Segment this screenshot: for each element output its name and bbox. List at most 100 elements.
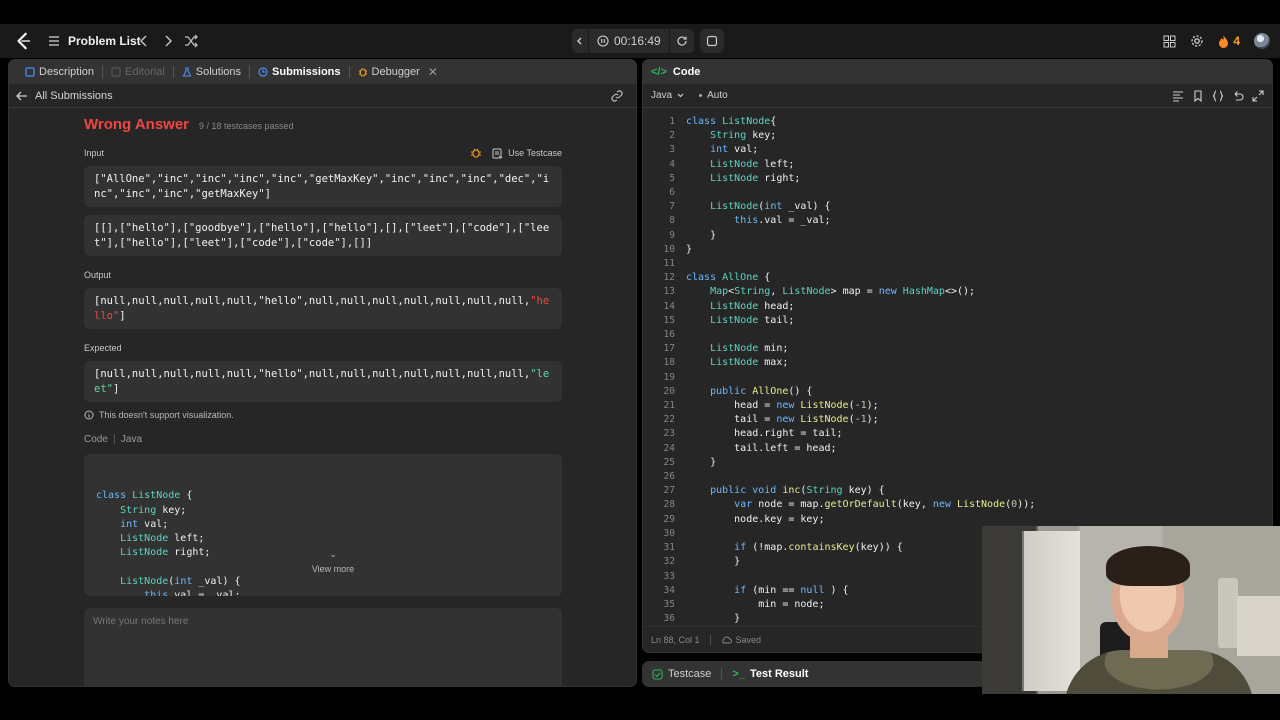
- link-icon[interactable]: [610, 89, 624, 103]
- tab-label: Submissions: [272, 66, 341, 78]
- expand-icon[interactable]: [1252, 89, 1264, 102]
- use-testcase-button[interactable]: Use Testcase: [492, 148, 562, 159]
- gear-icon[interactable]: [1190, 34, 1204, 48]
- auto-label: Auto: [707, 90, 728, 101]
- code-token: ListNode: [132, 490, 181, 502]
- chevrons-down-icon: ⌄: [329, 549, 337, 560]
- code-token: _val) {: [782, 201, 831, 213]
- flask-icon: [182, 67, 192, 77]
- code-preview: class ListNode { String key; int val; Li…: [84, 454, 562, 596]
- output-suffix: ]: [119, 309, 126, 322]
- timer-value: 00:16:49: [614, 34, 661, 48]
- language-select[interactable]: Java: [651, 90, 685, 101]
- auto-mode[interactable]: Auto: [699, 90, 728, 101]
- code-token: ListNode: [956, 499, 1006, 511]
- code-token: }: [686, 613, 741, 625]
- tab-testcase[interactable]: Testcase: [652, 668, 711, 680]
- bookmark-icon[interactable]: [1192, 89, 1204, 102]
- code-token: tail;: [758, 314, 795, 326]
- braces-icon[interactable]: [1212, 89, 1224, 102]
- code-language: Java: [120, 433, 143, 445]
- chevron-left-icon[interactable]: [136, 33, 152, 49]
- format-icon[interactable]: [1172, 90, 1184, 102]
- code-token: () {: [788, 385, 813, 397]
- problem-list-button[interactable]: Problem List: [48, 24, 141, 58]
- tab-label: Debugger: [371, 66, 420, 78]
- tab-label: Editorial: [125, 66, 165, 78]
- code-token: min = node;: [686, 598, 825, 610]
- line-number: 26: [663, 471, 675, 483]
- output-prefix: [null,null,null,null,null,"hello",null,n…: [94, 295, 531, 307]
- code-token: }: [686, 243, 693, 255]
- line-number: 14: [663, 300, 675, 312]
- test-result-tab-label: Test Result: [749, 668, 809, 680]
- line-number: 9: [669, 229, 675, 241]
- code-token: node = map.: [752, 499, 825, 511]
- line-number: 25: [663, 456, 675, 468]
- notes-textarea[interactable]: Write your notes here: [84, 608, 562, 686]
- debug-icon[interactable]: [470, 147, 482, 159]
- line-number: 23: [663, 428, 675, 440]
- left-panel: Description Editorial Solutions Submissi…: [8, 59, 637, 687]
- timer-display[interactable]: 00:16:49: [589, 29, 669, 53]
- code-token: AllOne: [722, 272, 759, 284]
- code-icon: </>: [651, 66, 667, 78]
- streak-counter[interactable]: 4: [1218, 34, 1240, 48]
- code-token: right;: [758, 172, 801, 184]
- code-token: {: [770, 116, 777, 127]
- line-number: 21: [663, 400, 675, 412]
- code-token: > map =: [830, 286, 879, 298]
- timer-collapse-button[interactable]: [572, 29, 588, 53]
- code-token: String: [120, 504, 157, 516]
- code-token: {: [180, 490, 193, 502]
- tab-code[interactable]: </> Code: [643, 60, 1272, 84]
- note-button[interactable]: [699, 29, 724, 53]
- code-token: this: [734, 215, 759, 227]
- code-token: -1: [854, 414, 867, 426]
- line-number: 29: [663, 513, 675, 525]
- tab-debugger[interactable]: Debugger ✕: [350, 60, 446, 84]
- code-token: ListNode: [710, 357, 759, 369]
- grid-icon[interactable]: [1163, 35, 1176, 48]
- line-number: 16: [663, 329, 675, 341]
- code-token: class: [686, 272, 723, 284]
- tab-submissions[interactable]: Submissions: [250, 60, 348, 84]
- line-number: 30: [663, 527, 675, 539]
- timer-reset-button[interactable]: [669, 29, 694, 53]
- code-token: );: [866, 414, 879, 426]
- undo-icon[interactable]: [1232, 90, 1244, 102]
- code-token: public void: [710, 485, 783, 497]
- shuffle-icon[interactable]: [183, 33, 199, 49]
- reset-icon: [677, 36, 687, 46]
- code-token: head;: [758, 300, 795, 312]
- all-submissions-link[interactable]: All Submissions: [35, 90, 113, 102]
- list-icon: [49, 36, 59, 46]
- line-number: 2: [669, 130, 675, 142]
- close-icon[interactable]: ✕: [428, 65, 438, 79]
- tab-description[interactable]: Description: [17, 60, 102, 84]
- editor-icons: [1172, 89, 1264, 102]
- code-token: new: [932, 499, 957, 511]
- code-line: }: [686, 456, 1035, 470]
- arrow-left-icon[interactable]: [15, 89, 29, 103]
- code-token: );: [866, 400, 879, 412]
- chevron-right-icon[interactable]: [160, 33, 176, 49]
- output-box: [null,null,null,null,null,"hello",null,n…: [84, 288, 562, 329]
- avatar[interactable]: [1254, 33, 1270, 49]
- view-more-button[interactable]: ⌄ View more: [84, 533, 562, 590]
- code-token: ) {: [824, 584, 849, 596]
- verdict-row: Wrong Answer 9 / 18 testcases passed: [84, 116, 562, 138]
- code-line: ListNode min;: [686, 342, 1035, 356]
- testcase-icon: [492, 148, 503, 158]
- leetcode-logo-icon[interactable]: [14, 32, 32, 50]
- tab-editorial[interactable]: Editorial: [103, 60, 173, 84]
- expected-suffix: ]: [112, 382, 120, 395]
- tab-solutions[interactable]: Solutions: [174, 60, 249, 84]
- code-token: }: [686, 456, 717, 468]
- tab-test-result[interactable]: >_ Test Result: [732, 668, 808, 680]
- verdict: Wrong Answer: [84, 116, 190, 133]
